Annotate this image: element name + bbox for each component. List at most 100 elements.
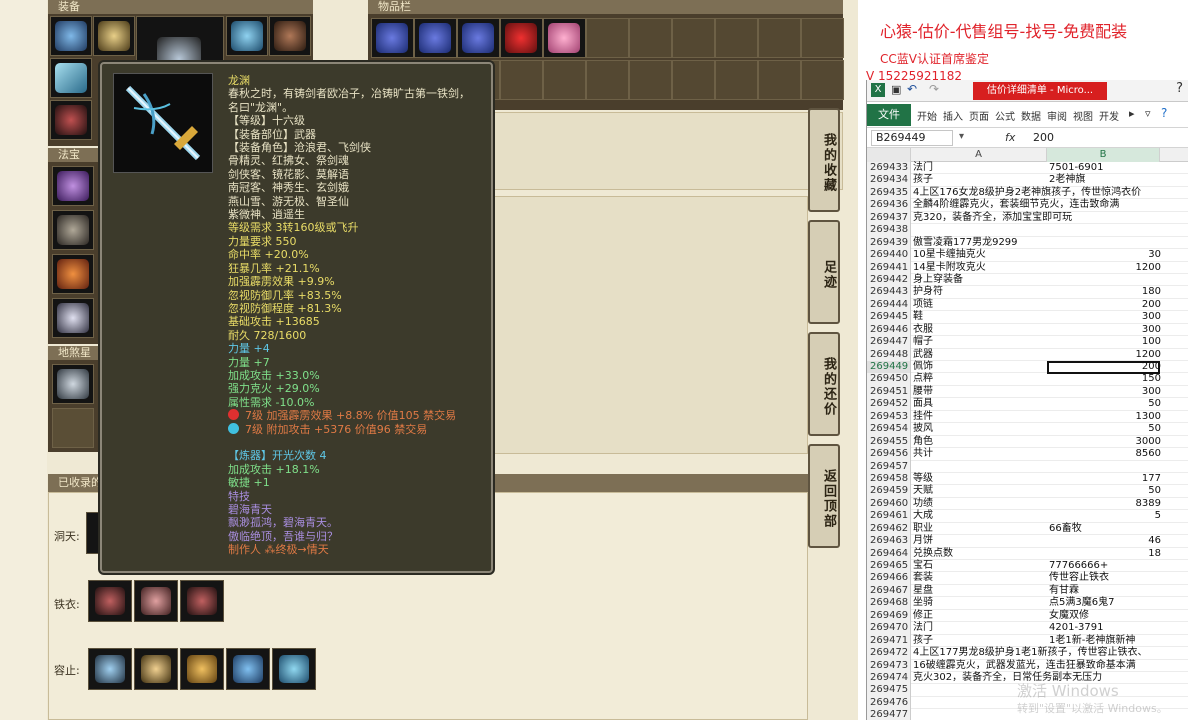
cell-a[interactable]: 全麟4阶缠霹克火，套装细节克火，连击致命满 — [913, 199, 1119, 211]
bag-slot[interactable] — [801, 18, 844, 58]
row-number[interactable]: 269437 — [867, 211, 911, 225]
cell-a[interactable]: 孩子 — [913, 635, 1047, 647]
sheet-row[interactable]: 269462 职业 66畜牧 — [867, 522, 1188, 536]
row-number[interactable]: 269450 — [867, 373, 911, 386]
row-number[interactable]: 269472 — [867, 647, 911, 660]
equip-slot-weapon[interactable] — [50, 58, 92, 98]
sheet-row[interactable]: 269453 挂件 1300 — [867, 410, 1188, 424]
row-number[interactable]: 269455 — [867, 435, 911, 449]
row-number[interactable]: 269433 — [867, 162, 911, 175]
sheet-row[interactable]: 269468 坐骑 点5满3魔6鬼7 — [867, 597, 1188, 610]
tab-insert[interactable]: 插入 — [943, 108, 963, 123]
cell-a[interactable]: 14星卡附攻克火 — [913, 262, 1047, 274]
cell-b[interactable]: 1200 — [1049, 262, 1161, 274]
cell-a[interactable]: 项链 — [913, 299, 1047, 311]
sheet-row[interactable]: 269465 宝石 77766666+ — [867, 560, 1188, 573]
row-number[interactable]: 269464 — [867, 547, 911, 560]
cell-b[interactable]: 46 — [1049, 535, 1161, 547]
cell-b[interactable]: 50 — [1049, 398, 1161, 410]
cell-a[interactable]: 4上区177男龙8级护身1老1新孩子，传世容止铁衣、 — [913, 647, 1148, 659]
cell-b[interactable]: 传世容止铁衣 — [1049, 572, 1161, 584]
sheet-row[interactable]: 269458 等级 177 — [867, 472, 1188, 486]
row-number[interactable]: 269458 — [867, 472, 911, 486]
row-number[interactable]: 269469 — [867, 609, 911, 623]
cell-a[interactable]: 天赋 — [913, 485, 1047, 497]
sheet-row[interactable]: 269438 — [867, 224, 1188, 237]
row-number[interactable]: 269439 — [867, 236, 911, 250]
bag-slot[interactable] — [672, 18, 715, 58]
row-number[interactable]: 269447 — [867, 336, 911, 349]
cell-a[interactable]: 傲雪凌霜177男龙9299 — [913, 237, 1047, 249]
cell-a[interactable]: 角色 — [913, 436, 1047, 448]
cell-b[interactable]: 50 — [1049, 485, 1161, 497]
magic-slot-2[interactable] — [52, 210, 94, 250]
appearance-slot[interactable] — [134, 648, 178, 690]
cell-a[interactable]: 功绩 — [913, 498, 1047, 510]
cell-a[interactable]: 腰带 — [913, 386, 1047, 398]
sheet-row[interactable]: 269441 14星卡附攻克火 1200 — [867, 261, 1188, 274]
cell-b[interactable]: 18 — [1049, 548, 1161, 560]
cell-a[interactable]: 月饼 — [913, 535, 1047, 547]
cell-b[interactable]: 77766666+ — [1049, 560, 1161, 572]
row-number[interactable]: 269448 — [867, 348, 911, 361]
cell-a[interactable]: 披风 — [913, 423, 1047, 435]
bag-slot[interactable] — [371, 18, 414, 58]
sheet-row[interactable]: 269437 克320，装备齐全，添加宝宝即可玩 — [867, 211, 1188, 225]
bag-slot[interactable] — [500, 18, 543, 58]
earth-slot-2[interactable] — [52, 408, 94, 448]
sheet-row[interactable]: 269433 法门 7501-6901 — [867, 162, 1188, 175]
sheet-row[interactable]: 269440 10星卡缠抽克火 30 — [867, 249, 1188, 262]
row-number[interactable]: 269459 — [867, 485, 911, 498]
sheet-row[interactable]: 269439 傲雪凌霜177男龙9299 — [867, 236, 1188, 250]
equip-slot-pendant[interactable] — [269, 16, 311, 56]
row-number[interactable]: 269474 — [867, 671, 911, 685]
sheet-row[interactable]: 269444 项链 200 — [867, 298, 1188, 312]
appearance-slot[interactable] — [226, 648, 270, 690]
cell-a[interactable]: 共计 — [913, 448, 1047, 460]
cell-b[interactable]: 300 — [1049, 324, 1161, 336]
sheet-row[interactable]: 269449 佩饰 200 — [867, 361, 1188, 374]
magic-slot-3[interactable] — [52, 254, 94, 294]
sheet-row[interactable]: 269448 武器 1200 — [867, 348, 1188, 361]
bag-slot[interactable] — [758, 60, 801, 100]
cell-a[interactable]: 星盘 — [913, 585, 1047, 597]
row-number[interactable]: 269435 — [867, 186, 911, 200]
namebox-dropdown-icon[interactable]: ▾ — [959, 131, 964, 142]
tab-home[interactable]: 开始 — [917, 108, 937, 123]
row-number[interactable]: 269449 — [867, 361, 911, 374]
row-number[interactable]: 269457 — [867, 460, 911, 473]
tab-page[interactable]: 页面 — [969, 108, 989, 123]
sheet-row[interactable]: 269473 16破缠霹克火，武器发蓝光，连击狂暴致命基本满 — [867, 659, 1188, 672]
sheet-row[interactable]: 269470 法门 4201-3791 — [867, 622, 1188, 635]
row-number[interactable]: 269441 — [867, 261, 911, 274]
earth-slot-1[interactable] — [52, 364, 94, 404]
cell-b[interactable]: 2老神旗 — [1049, 174, 1161, 186]
scroll-right-icon[interactable]: ▸ — [1129, 107, 1135, 120]
row-number[interactable]: 269466 — [867, 572, 911, 585]
help-icon[interactable]: ? — [1176, 81, 1183, 96]
appearance-slot[interactable] — [272, 648, 316, 690]
column-b-header[interactable]: B — [1047, 148, 1160, 162]
sheet-row[interactable]: 269461 大成 5 — [867, 510, 1188, 523]
cell-a[interactable]: 孩子 — [913, 174, 1047, 186]
sheet-row[interactable]: 269446 衣服 300 — [867, 323, 1188, 337]
row-number[interactable]: 269453 — [867, 410, 911, 424]
bag-slot[interactable] — [801, 60, 844, 100]
cell-b[interactable]: 3000 — [1049, 436, 1161, 448]
sheet-row[interactable]: 269450 点粹 150 — [867, 373, 1188, 386]
cell-b[interactable]: 66畜牧 — [1049, 523, 1161, 535]
cell-a[interactable]: 挂件 — [913, 411, 1047, 423]
sheet-row[interactable]: 269467 星盘 有甘霖 — [867, 584, 1188, 598]
row-number[interactable]: 269452 — [867, 398, 911, 411]
row-number[interactable]: 269462 — [867, 522, 911, 536]
cell-b[interactable]: 女魔双修 — [1049, 610, 1161, 622]
bag-slot[interactable] — [414, 18, 457, 58]
cell-a[interactable]: 帽子 — [913, 336, 1047, 348]
magic-slot-1[interactable] — [52, 166, 94, 206]
bag-slot[interactable] — [457, 18, 500, 58]
row-number[interactable]: 269454 — [867, 423, 911, 436]
cell-a[interactable]: 16破缠霹克火，武器发蓝光，连击狂暴致命基本满 — [913, 660, 1136, 672]
cell-a[interactable]: 点粹 — [913, 373, 1047, 385]
ribbon-collapse-icon[interactable]: ▿ — [1145, 107, 1151, 120]
sheet-row[interactable]: 269463 月饼 46 — [867, 535, 1188, 548]
